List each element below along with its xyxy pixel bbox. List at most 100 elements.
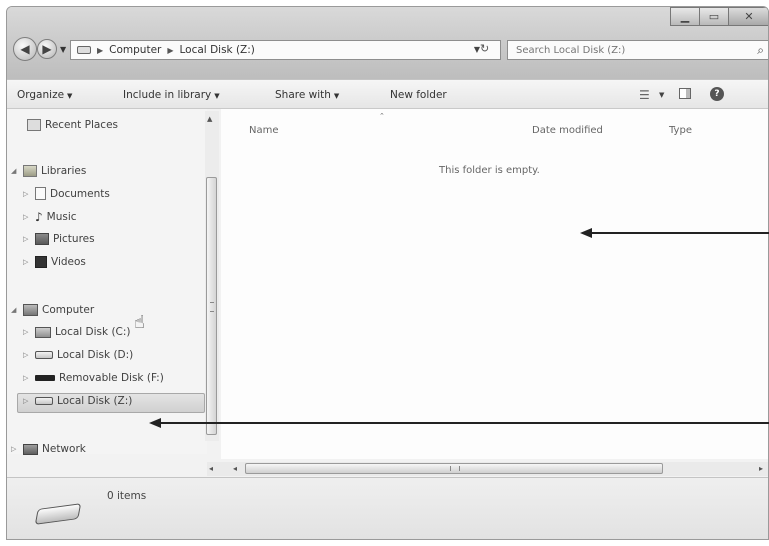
libraries-icon [23,165,37,177]
collapsed-triangle-icon[interactable]: ▷ [23,351,31,359]
computer-icon [23,304,38,316]
refresh-icon[interactable]: ↻ [480,42,489,55]
sidebar-item-pictures[interactable]: ▷ Pictures [23,233,95,245]
maximize-button[interactable]: ▭ [699,7,729,26]
scrollbar-grip-icon [210,302,214,312]
forward-arrow-icon: ▶ [42,42,52,56]
back-button[interactable]: ◀ [13,37,37,61]
hand-pointer-icon: ☝ [134,312,145,333]
sidebar-item-recent-places[interactable]: Recent Places [27,119,118,131]
command-bar: Organize ▼ Include in library ▼ Share with… [7,79,768,109]
scroll-left-icon[interactable]: ◂ [233,464,237,473]
sidebar-item-label: Libraries [41,165,87,177]
expanded-triangle-icon[interactable]: ◢ [11,167,19,175]
annotation-arrowhead-icon [149,418,161,428]
file-list[interactable]: ⌃ Name Date modified Type This folder is… [221,109,768,459]
sidebar-item-label: Local Disk (D:) [57,349,134,361]
empty-folder-message: This folder is empty. [439,165,540,176]
collapsed-triangle-icon[interactable]: ▷ [23,235,31,243]
column-header-name[interactable]: Name [249,125,279,136]
caption-buttons: ▁ ▭ ✕ [670,7,768,26]
sidebar-item-label: Videos [51,256,86,268]
sidebar-item-computer[interactable]: ◢ Computer [11,304,94,316]
search-input[interactable] [516,44,716,56]
view-dropdown-icon[interactable]: ▼ [659,91,664,99]
navigation-pane-scrollbar[interactable]: ▲ [205,111,219,441]
annotation-arrow-line [590,232,769,234]
collapsed-triangle-icon[interactable]: ▷ [23,397,31,405]
recent-pages-dropdown-icon[interactable]: ▼ [60,45,66,54]
documents-icon [35,187,46,200]
organize-button[interactable]: Organize ▼ [17,89,72,101]
explorer-window: ▁ ▭ ✕ ◀ ▶ ▼ ▶ Computer ▶ Local Disk (Z:)… [6,6,769,540]
column-header-type[interactable]: Type [669,125,692,136]
collapsed-triangle-icon[interactable]: ▷ [23,374,31,382]
change-view-icon[interactable]: ☰ [639,88,650,102]
back-arrow-icon: ◀ [20,42,30,56]
sidebar-item-label: Local Disk (C:) [55,326,131,338]
collapsed-triangle-icon[interactable]: ▷ [23,213,31,221]
breadcrumb-computer[interactable]: Computer [109,44,161,56]
sidebar-item-label: Pictures [53,233,95,245]
close-button[interactable]: ✕ [728,7,768,26]
scroll-up-icon[interactable]: ▲ [207,115,212,123]
sidebar-item-label: Network [42,443,86,455]
item-count: 0 items [107,490,147,502]
forward-button[interactable]: ▶ [37,39,57,59]
sidebar-item-local-disk-d[interactable]: ▷ Local Disk (D:) [23,349,133,361]
address-bar[interactable]: ▶ Computer ▶ Local Disk (Z:) ▼ [70,40,501,60]
recent-places-icon [27,119,41,131]
scrollbar-grip-icon [450,466,460,471]
sidebar-item-music[interactable]: ▷ ♪ Music [23,210,77,224]
sidebar-item-label: Documents [50,187,110,200]
collapsed-triangle-icon[interactable]: ▷ [23,258,31,266]
videos-icon [35,256,47,268]
include-in-library-label: Include in library [123,89,212,101]
sidebar-item-local-disk-z[interactable]: ▷ Local Disk (Z:) [23,395,132,407]
sidebar-item-label: Computer [42,304,95,316]
sidebar-item-removable-disk-f[interactable]: ▷ Removable Disk (F:) [23,372,164,384]
sidebar-item-label: Local Disk (Z:) [57,395,133,407]
breadcrumb-separator-icon[interactable]: ▶ [167,46,173,55]
navigation-pane: Recent Places ◢ Libraries ▷ Documents ▷ … [7,109,207,455]
sidebar-item-libraries[interactable]: ◢ Libraries [11,165,86,177]
hard-drive-icon [35,351,53,359]
pictures-icon [35,233,49,245]
hard-drive-icon [35,397,53,405]
sidebar-item-videos[interactable]: ▷ Videos [23,256,86,268]
preview-pane-icon[interactable] [679,88,691,99]
scrollbar-thumb[interactable] [245,463,663,474]
sidebar-item-documents[interactable]: ▷ Documents [23,187,110,200]
horizontal-scrollbar[interactable]: ◂ ◂ ▸ [207,462,768,476]
help-icon[interactable]: ? [710,87,724,101]
annotation-arrowhead-icon [580,228,592,238]
collapsed-triangle-icon[interactable]: ▷ [23,190,31,198]
sidebar-item-network[interactable]: ▷ Network [11,443,86,455]
expanded-triangle-icon[interactable]: ◢ [11,306,19,314]
breadcrumb-separator-icon[interactable]: ▶ [97,46,103,55]
search-box[interactable]: ⌕ [507,40,768,60]
chevron-down-icon: ▼ [67,92,73,100]
breadcrumb-local-disk-z[interactable]: Local Disk (Z:) [180,44,255,56]
sidebar-item-label: Recent Places [45,119,119,131]
annotation-arrow-line [160,422,769,424]
chevron-down-icon: ▼ [333,92,340,100]
search-icon[interactable]: ⌕ [757,43,764,58]
sort-indicator-icon: ⌃ [379,112,385,120]
title-bar: ▁ ▭ ✕ ◀ ▶ ▼ ▶ Computer ▶ Local Disk (Z:)… [7,7,768,79]
include-in-library-button[interactable]: Include in library ▼ [123,89,220,101]
collapsed-triangle-icon[interactable]: ▷ [23,328,31,336]
share-with-label: Share with [275,89,331,101]
chevron-down-icon: ▼ [214,92,220,100]
minimize-button[interactable]: ▁ [670,7,700,26]
scroll-right-icon[interactable]: ▸ [759,464,763,473]
system-drive-icon [35,326,51,338]
column-header-date-modified[interactable]: Date modified [532,125,603,136]
new-folder-button[interactable]: New folder [390,89,447,101]
scrollbar-thumb[interactable] [206,177,217,435]
scroll-left-icon[interactable]: ◂ [209,464,213,473]
sidebar-item-local-disk-c[interactable]: ▷ Local Disk (C:) [23,326,131,338]
collapsed-triangle-icon[interactable]: ▷ [11,445,19,453]
share-with-button[interactable]: Share with ▼ [275,89,339,101]
network-icon [23,443,38,455]
